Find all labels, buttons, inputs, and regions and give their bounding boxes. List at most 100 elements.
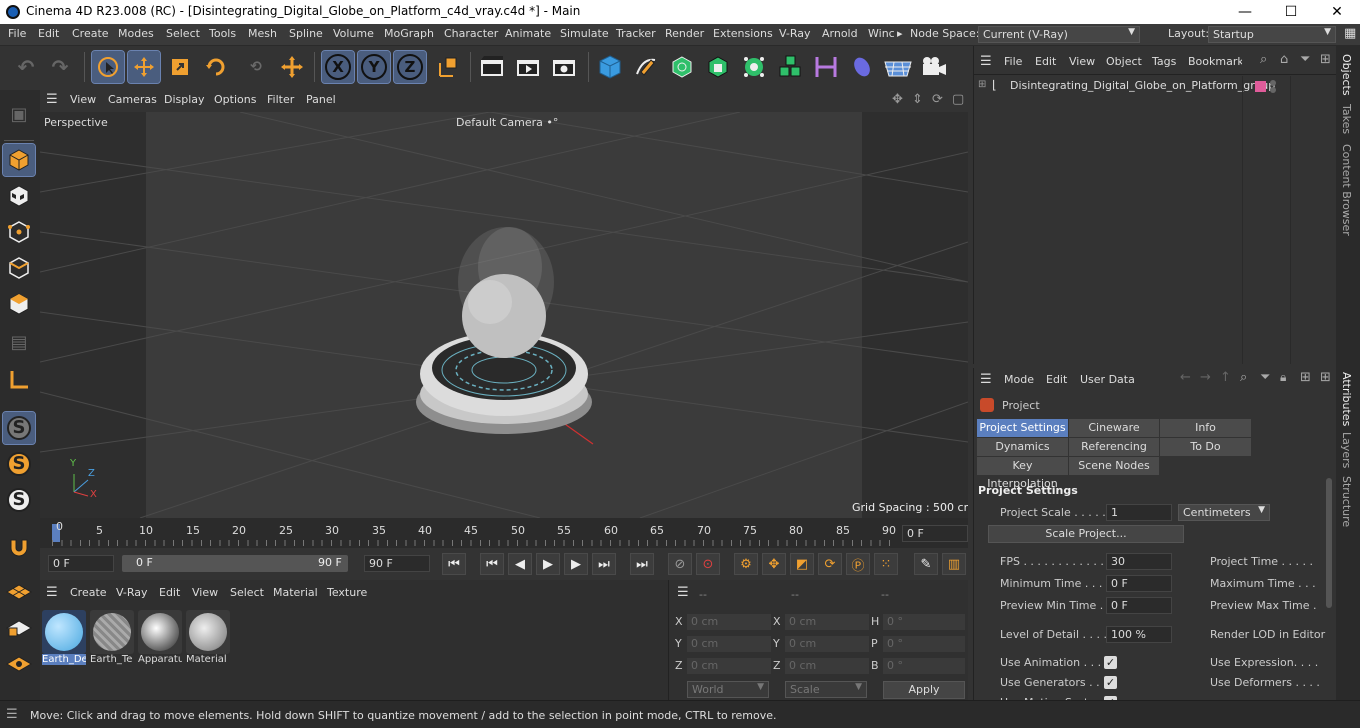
lock-icon[interactable]: 🔒︎ <box>1280 370 1286 385</box>
material-label[interactable]: Earth_Te <box>90 654 134 665</box>
point-mode-icon[interactable] <box>3 216 35 248</box>
subdivision-surface-icon[interactable] <box>666 51 698 83</box>
move-tool-icon[interactable] <box>127 50 161 84</box>
menu-file[interactable]: File <box>8 27 26 40</box>
attribute-menu-edit[interactable]: Edit <box>1046 373 1067 386</box>
menu-modes[interactable]: Modes <box>118 27 154 40</box>
viewport-menu-icon[interactable]: ☰ <box>46 92 58 107</box>
render-visibility-dot[interactable] <box>1270 87 1276 93</box>
material-swatch[interactable] <box>42 610 86 654</box>
object-row[interactable]: ⊞ ⌊ Disintegrating_Digital_Globe_on_Plat… <box>974 76 1337 96</box>
rotation-b-field[interactable]: 0 ° <box>883 658 965 674</box>
maximize-button[interactable]: ☐ <box>1268 2 1314 22</box>
node-space-dropdown[interactable]: Current (V-Ray) ▼ <box>978 26 1140 43</box>
scale-project-button[interactable]: Scale Project... <box>988 525 1184 543</box>
material-label[interactable]: Apparatu <box>138 654 182 665</box>
tab-project-settings[interactable]: Project Settings <box>977 419 1068 437</box>
uv-mode-icon[interactable]: ▤ <box>3 326 35 358</box>
size-x-field[interactable]: 0 cm <box>785 614 869 630</box>
timeline-ruler[interactable]: 0 5 10 15 20 25 30 35 40 45 50 55 60 65 … <box>40 518 968 548</box>
layout-dropdown[interactable]: Startup ▼ <box>1208 26 1336 43</box>
layer-color-tag[interactable] <box>1255 81 1266 92</box>
object-menu-edit[interactable]: Edit <box>1035 55 1056 68</box>
next-key-icon[interactable]: ⏭ <box>592 553 616 575</box>
material-swatch[interactable] <box>138 610 182 654</box>
snap-settings-icon[interactable]: S <box>3 448 35 480</box>
size-mode-dropdown[interactable]: Scale ▼ <box>785 681 867 698</box>
coordinate-space-dropdown[interactable]: World ▼ <box>687 681 769 698</box>
deformer-icon[interactable] <box>810 51 842 83</box>
tab-scene-nodes[interactable]: Scene Nodes <box>1069 457 1159 475</box>
menu-window[interactable]: Winc <box>868 27 895 40</box>
close-button[interactable]: ✕ <box>1314 2 1360 22</box>
object-menu-object[interactable]: Object <box>1106 55 1142 68</box>
key-position-icon[interactable]: ✥ <box>762 553 786 575</box>
tab-content-browser[interactable]: Content Browser <box>1340 144 1353 236</box>
key-point-level-icon[interactable]: ⁙ <box>874 553 898 575</box>
menu-character[interactable]: Character <box>444 27 498 40</box>
tab-dynamics[interactable]: Dynamics <box>977 438 1068 456</box>
fps-field[interactable]: 30 <box>1106 553 1172 570</box>
pen-spline-icon[interactable] <box>630 51 662 83</box>
y-axis-lock-button[interactable]: Y <box>357 50 391 84</box>
search-icon[interactable]: ⌕ <box>1260 52 1267 67</box>
tab-key-interpolation[interactable]: Key Interpolation <box>977 457 1068 490</box>
axis-mode-icon[interactable] <box>3 364 35 396</box>
texture-mode-icon[interactable] <box>3 180 35 212</box>
forward-arrow-icon[interactable]: → <box>1200 370 1211 385</box>
render-picture-viewer-icon[interactable] <box>512 51 544 83</box>
size-z-field[interactable]: 0 cm <box>785 658 869 674</box>
tab-attributes[interactable]: Attributes <box>1340 372 1353 426</box>
use-generators-checkbox[interactable]: ✓ <box>1104 676 1117 689</box>
tab-referencing[interactable]: Referencing <box>1069 438 1159 456</box>
tab-cineware[interactable]: Cineware <box>1069 419 1159 437</box>
previous-key-icon[interactable]: ⏮ <box>480 553 504 575</box>
up-arrow-icon[interactable]: ↑ <box>1220 370 1231 385</box>
material-swatch[interactable] <box>186 610 230 654</box>
material-menu-texture[interactable]: Texture <box>327 586 367 599</box>
menu-render[interactable]: Render <box>665 27 704 40</box>
apply-button[interactable]: Apply <box>883 681 965 699</box>
viewport-menu-filter[interactable]: Filter <box>267 93 294 106</box>
menu-tools[interactable]: Tools <box>209 27 236 40</box>
live-selection-icon[interactable] <box>91 50 125 84</box>
tab-to-do[interactable]: To Do <box>1160 438 1251 456</box>
menu-tracker[interactable]: Tracker <box>616 27 656 40</box>
camera-icon[interactable] <box>918 51 950 83</box>
workplane-snap-icon[interactable]: S <box>3 484 35 516</box>
object-menu-tags[interactable]: Tags <box>1152 55 1176 68</box>
editor-visibility-dot[interactable] <box>1270 80 1276 86</box>
attribute-menu-mode[interactable]: Mode <box>1004 373 1034 386</box>
viewport-menu-view[interactable]: View <box>70 93 96 106</box>
object-menu-file[interactable]: File <box>1004 55 1022 68</box>
project-scale-field[interactable]: 1 <box>1106 504 1172 521</box>
z-axis-lock-button[interactable]: Z <box>393 50 427 84</box>
menu-select[interactable]: Select <box>166 27 200 40</box>
tab-layers[interactable]: Layers <box>1340 432 1353 468</box>
menu-create[interactable]: Create <box>72 27 109 40</box>
model-mode-icon[interactable] <box>2 143 36 177</box>
extrude-generator-icon[interactable] <box>702 51 734 83</box>
edge-mode-icon[interactable] <box>3 252 35 284</box>
filter-icon[interactable]: ⏷ <box>1300 52 1310 67</box>
vertical-scrollbar[interactable] <box>1326 478 1332 608</box>
viewport-maximize-icon[interactable]: ▢ <box>952 92 964 107</box>
use-animation-checkbox[interactable]: ✓ <box>1104 656 1117 669</box>
rotation-p-field[interactable]: 0 ° <box>883 636 965 652</box>
menu-edit[interactable]: Edit <box>38 27 59 40</box>
viewport[interactable]: Perspective Default Camera •° Grid Spaci… <box>40 112 968 518</box>
play-icon[interactable]: ▶ <box>536 553 560 575</box>
menu-vray[interactable]: V-Ray <box>779 27 811 40</box>
coordinate-system-icon[interactable] <box>432 51 464 83</box>
scale-tool-icon[interactable] <box>164 51 196 83</box>
expand-icon[interactable]: ⊞ <box>978 79 986 90</box>
go-to-start-icon[interactable]: ⏮ <box>442 553 466 575</box>
object-menu-icon[interactable]: ☰ <box>980 54 992 69</box>
viewport-zoom-icon[interactable]: ⇕ <box>912 92 923 107</box>
menu-spline[interactable]: Spline <box>289 27 323 40</box>
menu-mograph[interactable]: MoGraph <box>384 27 434 40</box>
tab-takes[interactable]: Takes <box>1340 104 1353 134</box>
next-frame-icon[interactable]: ▶ <box>564 553 588 575</box>
material-menu-icon[interactable]: ☰ <box>46 585 58 600</box>
menu-animate[interactable]: Animate <box>505 27 551 40</box>
